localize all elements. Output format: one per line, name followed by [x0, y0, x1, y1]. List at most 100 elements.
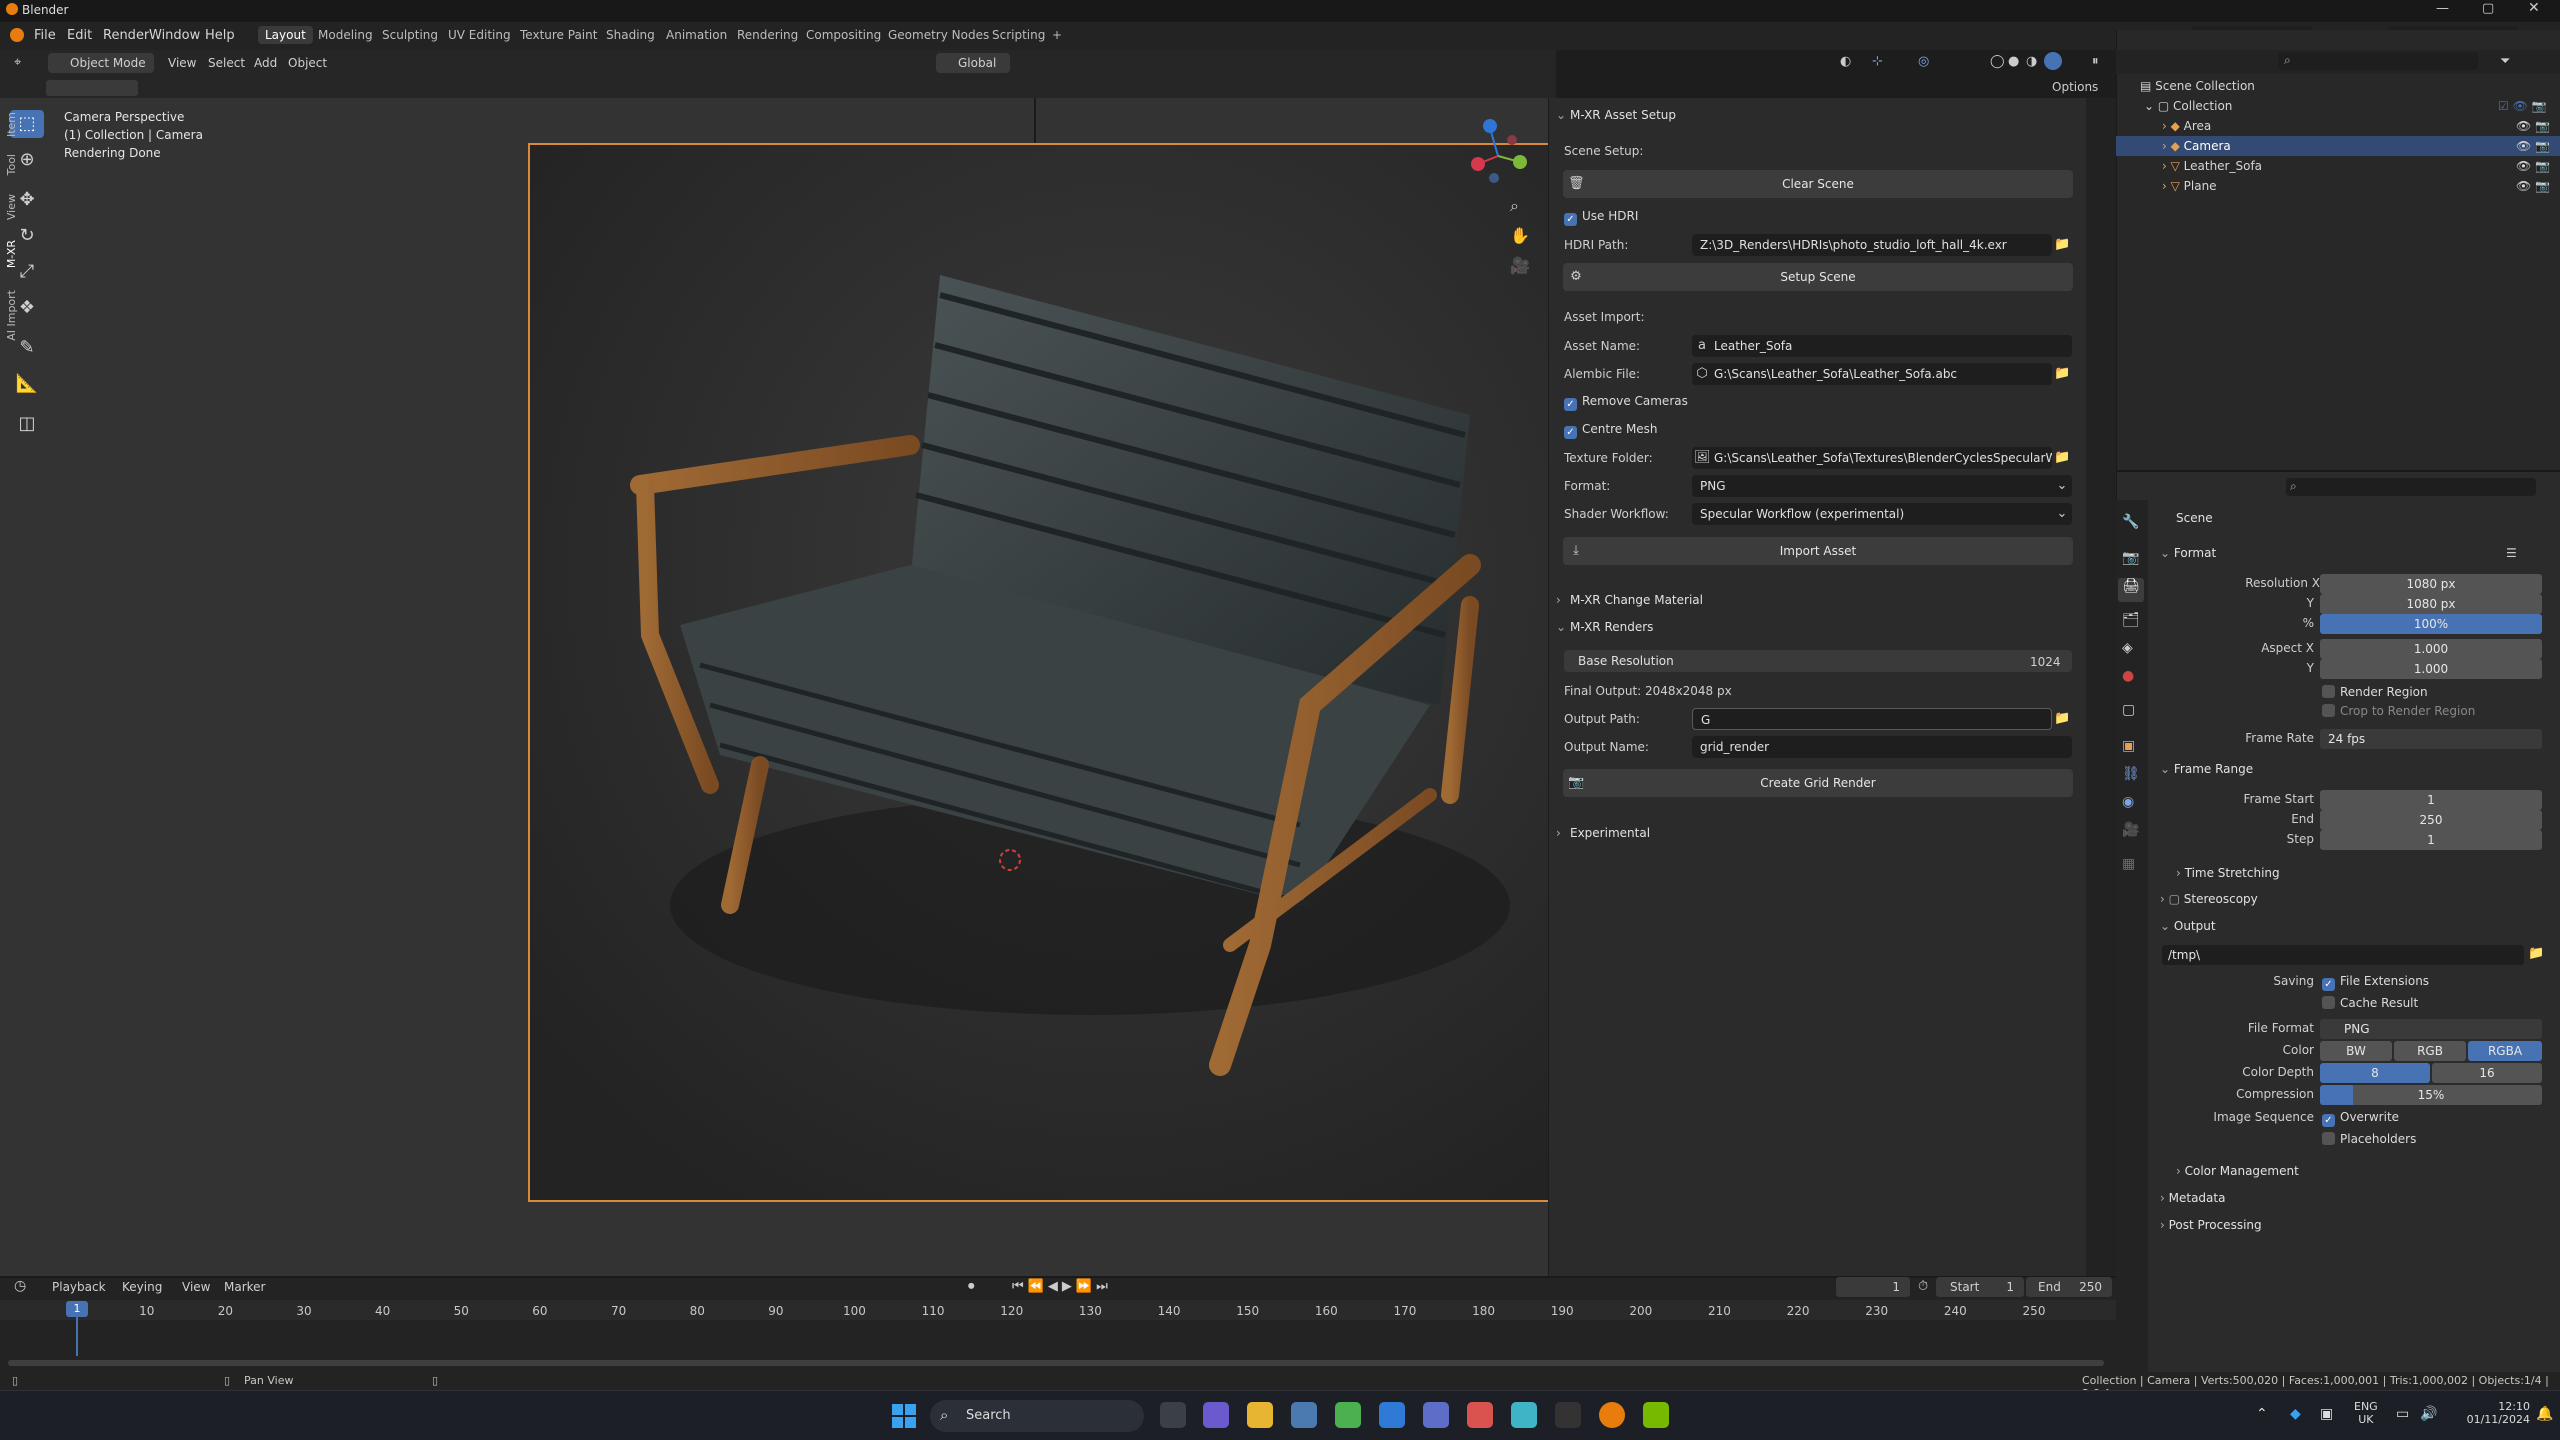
view-layer-tab-icon[interactable]: 🗂	[2122, 612, 2140, 628]
timeline-view-menu[interactable]: View	[182, 1280, 210, 1294]
mode-selector[interactable]: Object Mode	[48, 53, 154, 73]
section-format[interactable]: ⌄ Format	[2160, 546, 2216, 560]
keying-menu[interactable]: Keying	[122, 1280, 162, 1294]
folder-icon[interactable]: 📁	[2054, 237, 2070, 253]
centre-mesh-checkbox[interactable]: ✓ Centre Mesh	[1564, 422, 1658, 439]
clear-scene-button[interactable]: Clear Scene	[1563, 170, 2073, 198]
taskbar-search-box[interactable]	[930, 1400, 1144, 1432]
file-extensions-checkbox[interactable]: ✓ File Extensions	[2322, 974, 2429, 991]
menu-select[interactable]: Select	[208, 56, 245, 70]
properties-search-input[interactable]	[2286, 478, 2536, 496]
pause-render-icon[interactable]: ⏸	[2092, 54, 2099, 69]
tray-app-icon[interactable]: ◆	[2290, 1406, 2301, 1422]
menu-object[interactable]: Object	[288, 56, 327, 70]
blender-taskbar-icon[interactable]	[1599, 1402, 1625, 1428]
use-hdri-checkbox[interactable]: ✓ Use HDRI	[1564, 209, 1638, 226]
asset-name-field[interactable]: Leather_Sofa	[1692, 335, 2072, 357]
notepad-icon[interactable]	[1511, 1402, 1537, 1428]
crop-region-checkbox[interactable]: Crop to Render Region	[2322, 704, 2475, 718]
options-menu[interactable]: Options	[2052, 80, 2098, 94]
section-asset-setup[interactable]: ⌄ M-XR Asset Setup	[1556, 108, 2078, 132]
nvidia-icon[interactable]	[1643, 1402, 1669, 1428]
task-view-icon[interactable]	[1160, 1402, 1186, 1428]
color-bw-button[interactable]: BW	[2320, 1041, 2392, 1061]
shading-material-icon[interactable]: ◑	[2026, 54, 2037, 69]
frame-end-field[interactable]: 250	[2320, 810, 2542, 830]
zoom-icon[interactable]: ⌕	[1510, 196, 1519, 216]
outliner-item-leather-sofa[interactable]: › ▽ Leather_Sofa 👁 📷	[2116, 156, 2560, 176]
sidebar-tab-tool[interactable]: Tool	[5, 154, 18, 175]
menu-view[interactable]: View	[168, 56, 196, 70]
overwrite-checkbox[interactable]: ✓ Overwrite	[2322, 1110, 2399, 1127]
notification-bell-icon[interactable]: 🔔	[2536, 1406, 2553, 1422]
current-frame-field[interactable]: 1	[1836, 1277, 1910, 1297]
shading-wireframe-icon[interactable]: ◯	[1990, 54, 2005, 69]
start-frame-field[interactable]: Start 1	[1936, 1277, 2024, 1297]
setup-scene-button[interactable]: Setup Scene	[1563, 263, 2073, 291]
frame-rate-dropdown[interactable]: 24 fps	[2320, 729, 2542, 749]
hdri-path-field[interactable]: Z:\3D_Renders\HDRIs\photo_studio_loft_ha…	[1692, 234, 2052, 256]
file-explorer-icon[interactable]	[1247, 1402, 1273, 1428]
tab-modeling[interactable]: Modeling	[318, 28, 373, 42]
resolution-x-field[interactable]: 1080 px	[2320, 574, 2542, 594]
format-dropdown[interactable]: PNG	[1692, 475, 2072, 497]
shading-rendered-icon[interactable]	[2044, 52, 2062, 70]
color-depth-16-button[interactable]: 16	[2432, 1063, 2542, 1083]
menu-render[interactable]: Render	[103, 28, 149, 43]
tool-tab-icon[interactable]: 🔧	[2122, 514, 2139, 530]
folder-icon[interactable]: 📁	[2054, 450, 2070, 466]
tray-app2-icon[interactable]: ▣	[2320, 1406, 2333, 1422]
menu-edit[interactable]: Edit	[67, 28, 92, 43]
texture-tab-icon[interactable]: ▦	[2122, 856, 2135, 872]
timeline-scrollbar[interactable]	[8, 1360, 2104, 1366]
playback-controls-icon[interactable]: ⏮⏪◀▶⏩⏭	[1012, 1279, 1112, 1294]
section-frame-range[interactable]: ⌄ Frame Range	[2160, 762, 2253, 776]
close-icon[interactable]: ✕	[2528, 0, 2540, 16]
world-tab-icon[interactable]: ●	[2122, 668, 2134, 684]
tab-rendering[interactable]: Rendering	[737, 28, 798, 42]
measure-tool[interactable]: 📐	[10, 370, 44, 398]
add-workspace-icon[interactable]: +	[1052, 28, 1062, 42]
outliner-search-input[interactable]	[2278, 52, 2478, 70]
pan-hand-icon[interactable]: ✋	[1510, 226, 1530, 245]
output-tab-icon[interactable]: 🖨	[2118, 578, 2144, 602]
remove-cameras-checkbox[interactable]: ✓ Remove Cameras	[1564, 394, 1688, 411]
menu-window[interactable]: Window	[149, 28, 200, 43]
compression-slider[interactable]: 15%	[2320, 1085, 2542, 1105]
store-icon[interactable]	[1379, 1402, 1405, 1428]
shader-workflow-dropdown[interactable]: Specular Workflow (experimental)	[1692, 503, 2072, 525]
outliner-scene-collection[interactable]: ▤ Scene Collection	[2116, 76, 2560, 96]
tab-sculpting[interactable]: Sculpting	[382, 28, 438, 42]
tab-geometry-nodes[interactable]: Geometry Nodes	[888, 28, 989, 42]
tray-chevron-up-icon[interactable]: ⌃	[2256, 1406, 2268, 1422]
sidebar-tab-view[interactable]: View	[5, 194, 18, 220]
frame-step-field[interactable]: 1	[2320, 830, 2542, 850]
render-region-checkbox[interactable]: Render Region	[2322, 685, 2428, 699]
language-indicator[interactable]: ENG UK	[2354, 1400, 2378, 1426]
section-renders[interactable]: ⌄ M-XR Renders	[1556, 620, 2078, 644]
marker-menu[interactable]: Marker	[224, 1280, 265, 1294]
tab-scripting[interactable]: Scripting	[992, 28, 1045, 42]
orientation-selector[interactable]: Global	[936, 53, 1010, 73]
outliner-item-camera[interactable]: › ◆ Camera 👁 📷	[2116, 136, 2560, 156]
section-stereoscopy[interactable]: › ▢ Stereoscopy	[2160, 892, 2258, 906]
volume-icon[interactable]: 🔊	[2420, 1406, 2437, 1422]
color-rgb-button[interactable]: RGB	[2394, 1041, 2466, 1061]
tab-shading[interactable]: Shading	[606, 28, 655, 42]
aspect-y-field[interactable]: 1.000	[2320, 659, 2542, 679]
constraints-tab-icon[interactable]: ⛓	[2122, 766, 2140, 782]
output-name-field[interactable]: grid_render	[1692, 736, 2072, 758]
alembic-file-field[interactable]: G:\Scans\Leather_Sofa\Leather_Sofa.abc	[1692, 363, 2052, 385]
add-cube-tool[interactable]: ◫	[10, 410, 44, 438]
folder-icon[interactable]: 📁	[2054, 711, 2070, 727]
section-color-management[interactable]: › Color Management	[2176, 1164, 2299, 1178]
file-format-dropdown[interactable]: PNG	[2320, 1019, 2542, 1039]
filter-icon[interactable]: ⏷	[2500, 54, 2510, 69]
chrome-icon[interactable]	[1335, 1402, 1361, 1428]
render-tab-icon[interactable]: 📷	[2122, 550, 2139, 566]
tab-compositing[interactable]: Compositing	[806, 28, 881, 42]
sidebar-tab-ai-import[interactable]: AI Import	[5, 290, 18, 341]
sidebar-tab-item[interactable]: Item	[5, 112, 18, 137]
tab-animation[interactable]: Animation	[666, 28, 727, 42]
import-asset-button[interactable]: Import Asset	[1563, 537, 2073, 565]
